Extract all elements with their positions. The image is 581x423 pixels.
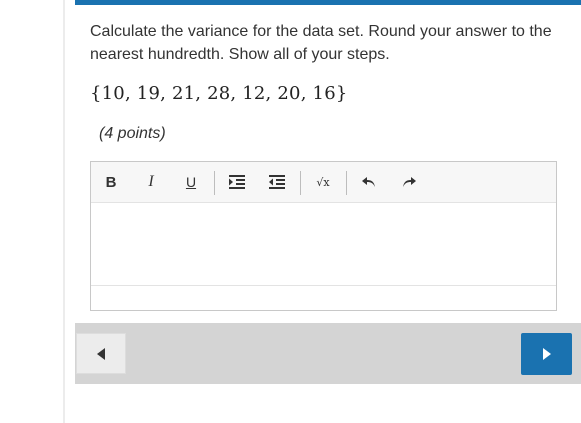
bold-icon: B <box>105 173 117 191</box>
top-accent-bar <box>75 0 581 5</box>
bold-button[interactable]: B <box>97 170 125 194</box>
navigation-footer <box>75 323 581 384</box>
question-prompt: Calculate the variance for the data set.… <box>90 23 552 63</box>
undo-button[interactable] <box>355 170 383 194</box>
editor-status-bar <box>91 285 556 310</box>
editor-toolbar: B I U √x <box>91 162 556 203</box>
undo-icon <box>362 177 375 187</box>
indent-button[interactable] <box>223 170 251 194</box>
outdent-button[interactable] <box>263 170 291 194</box>
dataset-expression: {10, 19, 21, 28, 12, 20, 16} <box>90 83 348 104</box>
left-gutter <box>0 0 63 423</box>
gutter-divider <box>63 0 65 423</box>
math-button[interactable]: √x <box>309 170 337 194</box>
next-button[interactable] <box>521 333 572 375</box>
answer-editor: B I U √x <box>90 161 557 311</box>
toolbar-separator <box>300 171 301 195</box>
triangle-left-icon <box>97 347 105 360</box>
indent-icon <box>229 175 245 189</box>
previous-button[interactable] <box>76 333 126 374</box>
underline-icon: U <box>185 174 197 190</box>
points-label: (4 points) <box>99 125 166 142</box>
outdent-icon <box>269 175 285 189</box>
italic-button[interactable]: I <box>137 170 165 194</box>
answer-text-area[interactable] <box>91 203 556 284</box>
toolbar-separator <box>214 171 215 195</box>
redo-icon <box>403 177 416 187</box>
redo-button[interactable] <box>395 170 423 194</box>
triangle-right-icon <box>542 348 551 360</box>
toolbar-separator <box>346 171 347 195</box>
underline-button[interactable]: U <box>177 170 205 194</box>
italic-icon: I <box>148 173 154 190</box>
square-root-icon: √x <box>316 175 330 189</box>
